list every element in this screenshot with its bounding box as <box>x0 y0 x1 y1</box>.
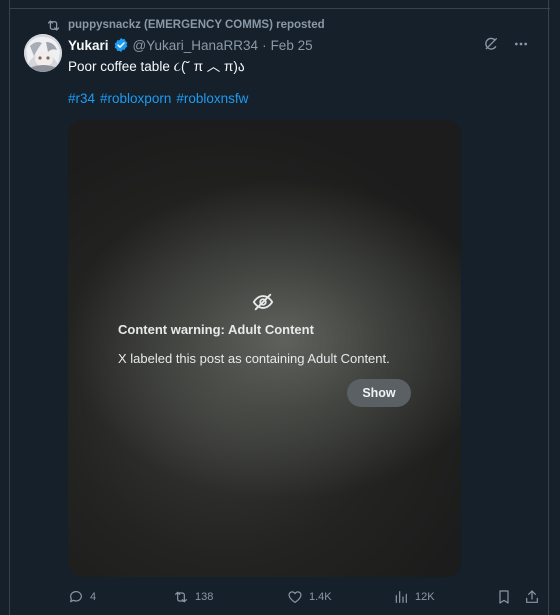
hashtag-link[interactable]: #robloxnsfw <box>176 91 248 106</box>
post-date[interactable]: Feb 25 <box>271 38 313 53</box>
tweet-action-bar: 4 138 1.4K 12K <box>68 589 538 607</box>
more-icon[interactable] <box>512 35 530 53</box>
warning-title: Content warning: Adult Content <box>118 322 314 337</box>
hashtag-link[interactable]: #r34 <box>68 91 95 106</box>
author-name[interactable]: Yukari <box>68 38 109 53</box>
hashtag-link[interactable]: #robloxporn <box>100 91 171 106</box>
like-count: 1.4K <box>309 591 332 603</box>
bookmark-button[interactable] <box>496 589 512 605</box>
bookmark-icon <box>499 590 509 604</box>
views-button[interactable]: 12K <box>393 589 435 605</box>
timeline-column: puppysnackz (EMERGENCY COMMS) reposted Y… <box>9 0 550 615</box>
repost-indicator[interactable]: puppysnackz (EMERGENCY COMMS) reposted <box>46 17 325 33</box>
hashtag-list: #r34 #robloxporn #robloxnsfw <box>68 91 248 106</box>
share-button[interactable] <box>524 589 540 605</box>
share-icon <box>526 590 538 603</box>
eye-slash-icon <box>252 293 274 311</box>
media-content-warning[interactable]: Content warning: Adult Content X labeled… <box>68 120 461 577</box>
view-count: 12K <box>415 591 435 603</box>
repost-icon <box>175 591 187 603</box>
tweet-top-actions <box>482 35 530 53</box>
separator-dot: · <box>262 37 267 53</box>
verified-badge-icon <box>114 38 127 52</box>
repost-button[interactable]: 138 <box>173 589 213 605</box>
reply-count: 4 <box>90 591 97 603</box>
warning-description: X labeled this post as containing Adult … <box>118 351 390 366</box>
tweet-header: Yukari @Yukari_HanaRR34 · Feb 25 <box>68 36 313 54</box>
like-button[interactable]: 1.4K <box>287 589 332 605</box>
repost-label: puppysnackz (EMERGENCY COMMS) reposted <box>68 19 325 31</box>
grok-icon[interactable] <box>482 35 500 53</box>
reply-icon <box>70 591 82 603</box>
show-button[interactable]: Show <box>347 379 411 407</box>
avatar[interactable] <box>24 34 62 72</box>
author-handle[interactable]: @Yukari_HanaRR34 <box>133 38 259 53</box>
tweet-text: Poor coffee table ૮(˘ π ︿ π)ა <box>68 59 245 74</box>
repost-icon <box>47 20 60 30</box>
views-icon <box>395 591 407 603</box>
reply-button[interactable]: 4 <box>68 589 96 605</box>
repost-count: 138 <box>195 591 214 603</box>
divider <box>10 8 550 9</box>
heart-icon <box>288 591 302 603</box>
